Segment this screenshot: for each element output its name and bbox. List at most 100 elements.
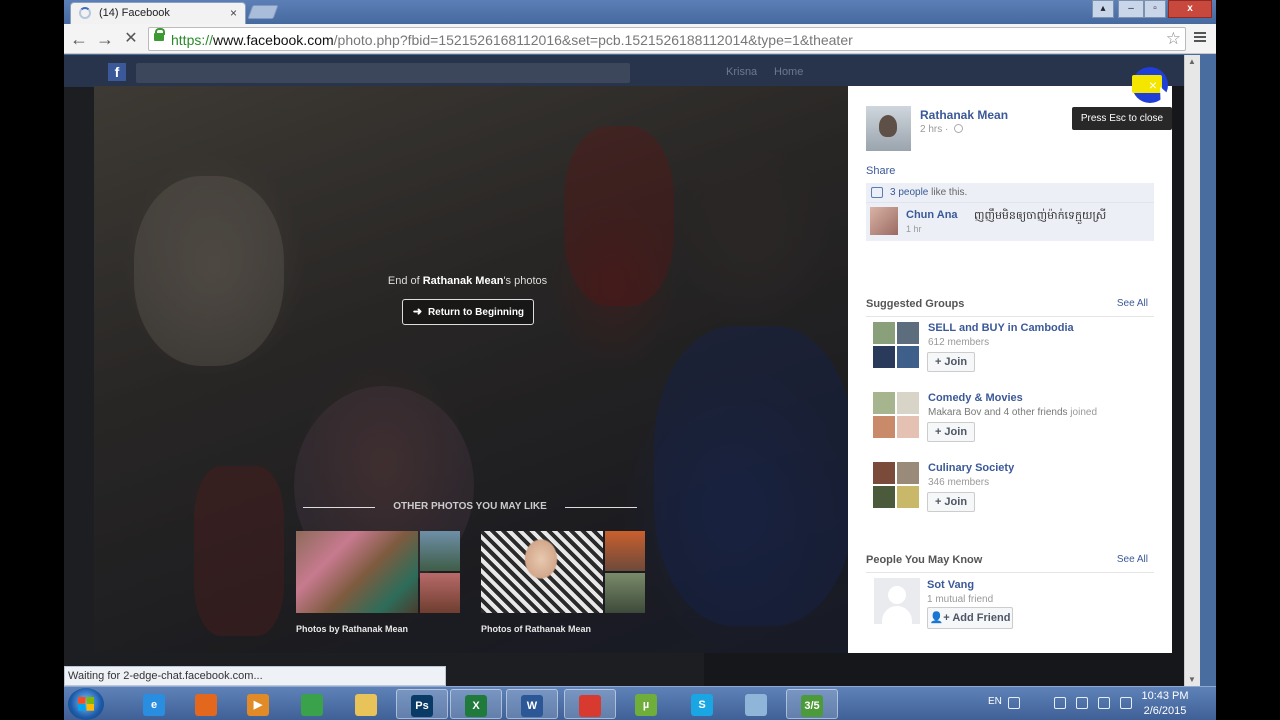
album-thumbnail	[605, 573, 645, 613]
post-time: 2 hrs ·	[920, 124, 964, 135]
album-thumbnail	[420, 573, 460, 613]
group-mosaic[interactable]	[873, 322, 919, 368]
window-extra-button[interactable]: ▴	[1092, 0, 1114, 18]
movie-icon: 3/5	[801, 695, 823, 718]
keyboard-icon[interactable]	[1008, 697, 1020, 709]
group-name[interactable]: Culinary Society	[928, 462, 1014, 474]
author-avatar[interactable]	[866, 106, 911, 151]
new-tab-button[interactable]	[247, 5, 279, 19]
utorrent-icon: µ	[635, 694, 657, 717]
excel-icon: X	[465, 695, 487, 718]
browser-toolbar: ← → ✕ https://www.facebook.com/photo.php…	[64, 24, 1216, 54]
tab-close-icon[interactable]: ×	[230, 6, 237, 20]
photo-viewer[interactable]: End of Rathanak Mean's photos ➜ Return to…	[94, 86, 848, 653]
friends-joined-link[interactable]: Makara Bov and 4 other friends	[928, 407, 1068, 418]
scroll-up-icon[interactable]: ▲	[1188, 57, 1196, 66]
facebook-header: f Krisna Home	[64, 55, 1200, 87]
taskbar-chrome-button[interactable]	[564, 689, 616, 719]
taskbar-skype-button[interactable]: S	[676, 689, 728, 719]
like-thumb-icon	[871, 187, 883, 198]
share-link[interactable]: Share	[866, 165, 895, 177]
taskbar-folder-button[interactable]	[340, 689, 392, 719]
join-group-button[interactable]: + Join	[927, 352, 975, 372]
clock-date: 2/6/2015	[1143, 705, 1187, 717]
commenter-name[interactable]: Chun Ana	[906, 209, 958, 221]
group-item: SELL and BUY in Cambodia 612 members + J…	[873, 322, 1153, 374]
album-thumbnail	[481, 531, 603, 613]
taskbar-word-button[interactable]: W	[506, 689, 558, 719]
taskbar-firefox-button[interactable]	[180, 689, 232, 719]
divider	[565, 507, 637, 508]
person-name[interactable]: Sot Vang	[927, 579, 974, 591]
group-name[interactable]: SELL and BUY in Cambodia	[928, 322, 1074, 334]
people-see-all[interactable]: See All	[1117, 554, 1148, 565]
taskbar-ie-button[interactable]: e	[128, 689, 180, 719]
taskbar-globe-button[interactable]	[286, 689, 338, 719]
join-group-button[interactable]: + Join	[927, 422, 975, 442]
taskbar-media-button[interactable]: ▶	[232, 689, 284, 719]
album-thumbnail	[296, 531, 418, 613]
minimize-button[interactable]: –	[1118, 0, 1144, 18]
album-caption[interactable]: Photos by Rathanak Mean	[296, 624, 408, 634]
likes-row: 3 people like this.	[866, 183, 1154, 203]
skype-icon: S	[691, 694, 713, 717]
volume-icon[interactable]	[1076, 697, 1088, 709]
window-close-button[interactable]: x	[1168, 0, 1212, 18]
url-host: www.facebook.com	[213, 32, 334, 48]
likes-count-link[interactable]: 3 people	[890, 187, 928, 198]
taskbar-utorrent-button[interactable]: µ	[620, 689, 672, 719]
page-scrollbar[interactable]: ▲ ▼	[1184, 55, 1200, 686]
windows-taskbar: e ▶ Ps X Wµ S 3/5 EN 10:43 PM 2/6/2015	[64, 686, 1216, 720]
album-caption[interactable]: Photos of Rathanak Mean	[481, 624, 591, 634]
start-button[interactable]	[68, 688, 104, 720]
album-thumbnail	[420, 531, 460, 571]
group-mosaic[interactable]	[873, 392, 919, 438]
taskbar-movie-button[interactable]: 3/5	[786, 689, 838, 719]
comment-time[interactable]: 1 hr	[906, 224, 922, 234]
url-text: https://www.facebook.com/photo.php?fbid=…	[171, 32, 853, 48]
clock[interactable]: 10:43 PM 2/6/2015	[1130, 689, 1200, 719]
join-group-button[interactable]: + Join	[927, 492, 975, 512]
taskbar-excel-button[interactable]: X	[450, 689, 502, 719]
clock-time: 10:43 PM	[1141, 690, 1189, 702]
tab-facebook[interactable]: (14) Facebook ×	[70, 2, 246, 24]
person-avatar[interactable]	[874, 578, 920, 624]
back-button[interactable]: ←	[68, 28, 90, 50]
profile-link[interactable]: Krisna	[726, 66, 757, 78]
commenter-avatar[interactable]	[870, 207, 898, 235]
chrome-menu-button[interactable]	[1192, 30, 1208, 48]
bookmark-star-icon[interactable]: ☆	[1166, 29, 1181, 49]
forward-button[interactable]: →	[94, 28, 116, 50]
address-bar[interactable]: https://www.facebook.com/photo.php?fbid=…	[148, 27, 1186, 51]
background-feed	[1172, 86, 1184, 653]
mutual-friends[interactable]: 1 mutual friend	[927, 594, 993, 605]
scroll-down-icon[interactable]: ▼	[1188, 675, 1196, 684]
taskbar-photoshop-button[interactable]: Ps	[396, 689, 448, 719]
home-link[interactable]: Home	[774, 66, 803, 78]
author-name[interactable]: Rathanak Mean	[920, 108, 1008, 122]
globe-icon	[301, 694, 323, 717]
power-icon[interactable]	[1098, 697, 1110, 709]
add-friend-icon: 👤+	[929, 612, 953, 624]
group-mosaic[interactable]	[873, 462, 919, 508]
group-meta: Makara Bov and 4 other friends joined	[928, 407, 1097, 418]
stop-loading-button[interactable]: ✕	[120, 28, 142, 50]
esc-tooltip: Press Esc to close	[1072, 107, 1172, 130]
firefox-icon	[195, 694, 217, 717]
language-indicator[interactable]: EN	[988, 696, 1002, 707]
facebook-page: f Krisna Home End of Rathanak Mean's pho…	[64, 55, 1200, 686]
arrow-right-icon: ➜	[412, 306, 423, 318]
network-icon[interactable]	[1054, 697, 1066, 709]
facebook-search-input[interactable]	[136, 63, 630, 83]
suggested-groups-see-all[interactable]: See All	[1117, 298, 1148, 309]
photoshop-icon: Ps	[411, 695, 433, 718]
photo-dim-overlay	[94, 86, 848, 653]
add-friend-button[interactable]: 👤+ Add Friend	[927, 607, 1013, 629]
return-to-beginning-button[interactable]: ➜ Return to Beginning	[402, 299, 534, 325]
facebook-logo[interactable]: f	[108, 63, 126, 81]
globe-icon	[954, 124, 964, 133]
restore-button[interactable]: ▫	[1144, 0, 1166, 18]
status-bar: Waiting for 2-edge-chat.facebook.com...	[64, 666, 446, 686]
taskbar-notebook-button[interactable]	[730, 689, 782, 719]
group-name[interactable]: Comedy & Movies	[928, 392, 1023, 404]
